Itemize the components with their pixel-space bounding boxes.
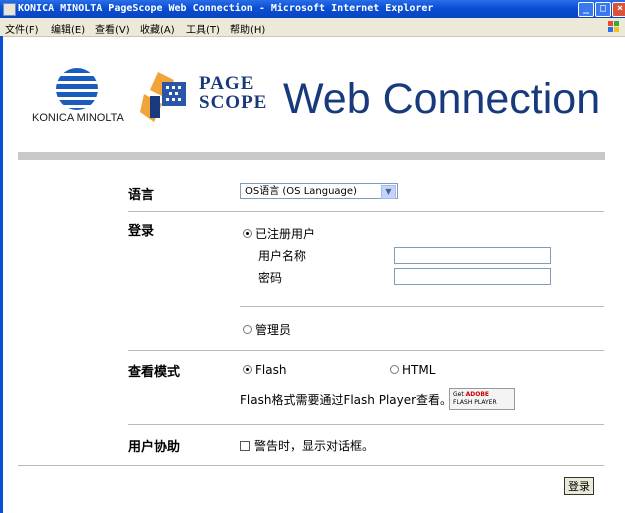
login-label: 登录	[128, 224, 155, 239]
language-select[interactable]: OS语言 (OS Language) ▼	[240, 183, 398, 199]
language-label: 语言	[128, 188, 155, 203]
flash-note: Flash格式需要通过Flash Player查看。	[240, 393, 453, 407]
administrator-radio[interactable]	[243, 325, 252, 334]
header-divider	[18, 152, 605, 160]
separator	[128, 211, 604, 212]
assist-label: 用户协助	[128, 440, 181, 455]
konica-minolta-logo: KONICA MINOLTA	[32, 60, 132, 130]
language-selected-value: OS语言 (OS Language)	[245, 186, 357, 197]
registered-user-text: 已注册用户	[255, 227, 316, 241]
menu-file[interactable]: 文件(F)	[5, 21, 39, 36]
company-logo-text: KONICA MINOLTA	[32, 112, 124, 124]
maximize-button[interactable]: □	[595, 2, 611, 17]
pagescope-line2: SCOPE	[199, 92, 268, 113]
pagescope-line1: PAGE	[199, 73, 255, 94]
view-mode-label: 查看模式	[128, 365, 181, 380]
get-flash-player-button[interactable]: Get ADOBE FLASH PLAYER	[449, 388, 515, 410]
window-frame-left	[0, 36, 3, 513]
ie-app-icon	[3, 3, 16, 16]
warning-dialog-checkbox[interactable]	[240, 440, 250, 451]
menu-view[interactable]: 查看(V)	[95, 21, 130, 36]
globe-icon	[56, 68, 98, 110]
chevron-down-icon[interactable]: ▼	[381, 185, 396, 199]
administrator-text: 管理员	[255, 323, 292, 337]
flash-option[interactable]: Flash	[243, 363, 286, 377]
separator	[240, 306, 604, 307]
separator	[18, 465, 604, 466]
badge-player: FLASH PLAYER	[453, 399, 497, 406]
minimize-button[interactable]: _	[578, 2, 594, 17]
pagescope-cube-icon	[140, 72, 186, 122]
menu-favorites[interactable]: 收藏(A)	[140, 21, 175, 36]
product-title: Web Connection	[283, 75, 601, 123]
assist-option[interactable]: 警告时，显示对话框。	[240, 437, 374, 454]
window-title: KONICA MINOLTA PageScope Web Connection …	[18, 3, 434, 14]
html-option[interactable]: HTML	[390, 363, 435, 377]
login-button[interactable]: 登录	[564, 477, 594, 495]
close-button[interactable]: ×	[612, 2, 625, 17]
registered-user-option[interactable]: 已注册用户	[243, 225, 315, 242]
registered-user-radio[interactable]	[243, 229, 252, 238]
separator	[128, 424, 604, 425]
password-input[interactable]	[394, 268, 551, 285]
flash-text: Flash	[255, 363, 287, 377]
separator	[128, 350, 604, 351]
badge-get: Get	[453, 391, 464, 398]
menu-edit[interactable]: 编辑(E)	[51, 21, 85, 36]
password-label: 密码	[258, 271, 283, 285]
badge-adobe: ADOBE	[465, 391, 490, 398]
menu-help[interactable]: 帮助(H)	[230, 21, 265, 36]
windows-flag-icon	[608, 21, 619, 32]
username-label: 用户名称	[258, 249, 307, 263]
username-input[interactable]	[394, 247, 551, 264]
html-radio[interactable]	[390, 365, 399, 374]
flash-radio[interactable]	[243, 365, 252, 374]
pagescope-wordmark: PAGE SCOPE	[199, 74, 267, 112]
menu-tools[interactable]: 工具(T)	[186, 21, 220, 36]
assist-text: 警告时，显示对话框。	[254, 439, 375, 453]
administrator-option[interactable]: 管理员	[243, 321, 291, 338]
menu-bar: 文件(F) 编辑(E) 查看(V) 收藏(A) 工具(T) 帮助(H)	[0, 18, 625, 37]
window-titlebar: KONICA MINOLTA PageScope Web Connection …	[0, 0, 625, 18]
html-text: HTML	[402, 363, 436, 377]
